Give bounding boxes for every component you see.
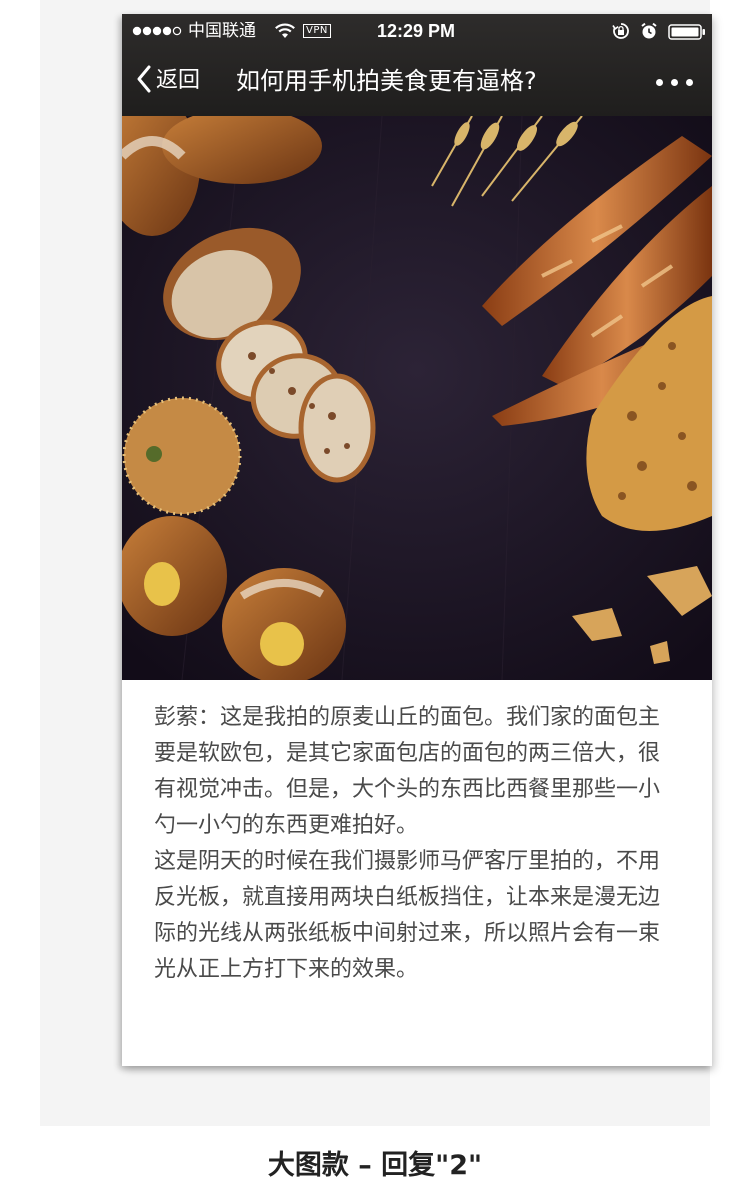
status-bar: 中国联通 VPN 12:29 PM xyxy=(122,14,712,48)
carrier-name: 中国联通 xyxy=(188,21,256,41)
phone-screen: 中国联通 VPN 12:29 PM 返回 如何用手机拍美食更有逼格? 彭萦：这是… xyxy=(122,14,712,1066)
page-title: 如何用手机拍美食更有逼格? xyxy=(236,67,537,95)
article-paragraph: 彭萦：这是我拍的原麦山丘的面包。我们家的面包主要是软欧包，是其它家面包店的面包的… xyxy=(154,705,661,838)
style-caption: 大图款 – 回复"2" xyxy=(267,1150,483,1181)
bread-photo xyxy=(122,116,712,680)
top-bar: 中国联通 VPN 12:29 PM 返回 如何用手机拍美食更有逼格? xyxy=(122,14,712,116)
more-options-button[interactable] xyxy=(654,70,696,94)
vpn-badge: VPN xyxy=(303,24,331,38)
article-body: 彭萦：这是我拍的原麦山丘的面包。我们家的面包主要是软欧包，是其它家面包店的面包的… xyxy=(154,700,674,988)
signal-dots-icon xyxy=(132,26,186,36)
status-time: 12:29 PM xyxy=(377,21,456,41)
orientation-lock-icon xyxy=(612,22,630,44)
battery-icon xyxy=(668,24,706,44)
article-paragraph: 这是阴天的时候在我们摄影师马俨客厅里拍的，不用反光板，就直接用两块白纸板挡住，让… xyxy=(154,849,661,982)
alarm-icon xyxy=(640,22,658,44)
back-label: 返回 xyxy=(156,68,201,93)
chevron-left-icon xyxy=(136,65,152,97)
preview-stage: 中国联通 VPN 12:29 PM 返回 如何用手机拍美食更有逼格? 彭萦：这是… xyxy=(40,0,712,1126)
more-dots-icon xyxy=(656,79,663,86)
wifi-icon xyxy=(274,23,296,43)
navigation-bar: 返回 如何用手机拍美食更有逼格? xyxy=(122,48,712,116)
back-button[interactable]: 返回 xyxy=(136,64,200,98)
